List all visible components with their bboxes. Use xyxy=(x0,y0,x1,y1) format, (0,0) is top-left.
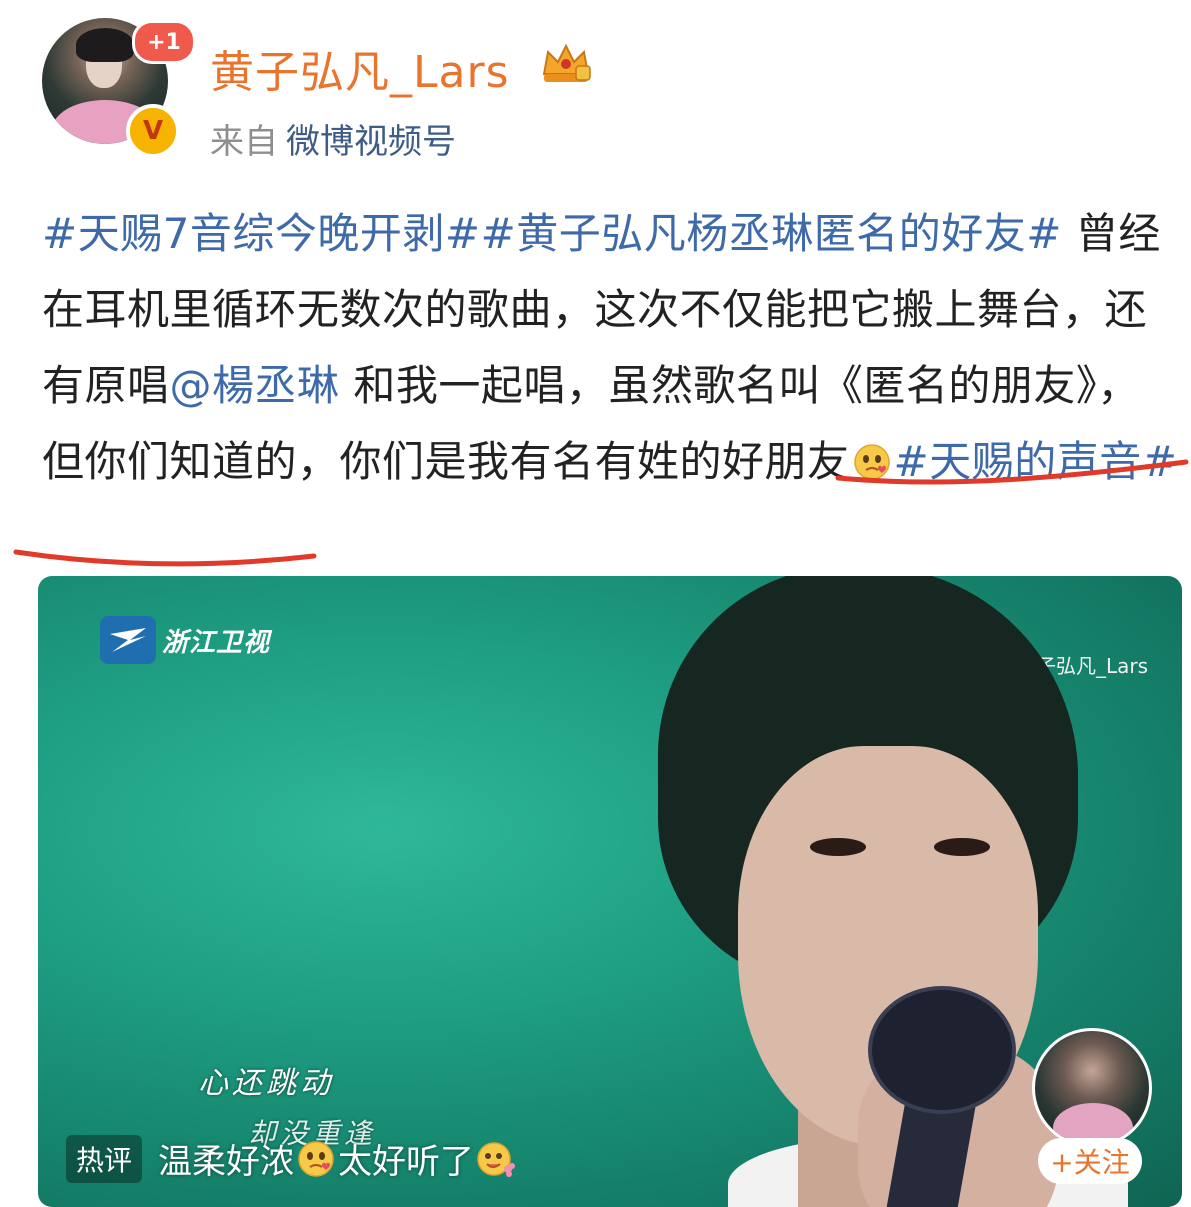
source-prefix: 来自 xyxy=(210,122,278,162)
heart-eyes-emoji-icon xyxy=(853,444,890,480)
hot-comment-part: 温柔好浓 xyxy=(158,1142,295,1182)
hot-comment-label: 热评 xyxy=(66,1134,143,1183)
video-player[interactable]: 浙江卫视 @黄子弘凡_Lars 心还跳动 却没重逢 热评 温柔好浓 太好听了 +… xyxy=(38,576,1182,1207)
follow-button[interactable]: +关注 xyxy=(1038,1138,1142,1184)
crown-badge-icon xyxy=(542,43,591,82)
hashtag-link[interactable]: #天赐7音综今晚开剥# xyxy=(42,209,481,258)
hot-comment[interactable]: 热评 温柔好浓 太好听了 xyxy=(66,1134,518,1183)
singer-eye xyxy=(934,838,990,856)
creator-avatar[interactable] xyxy=(1032,1028,1152,1148)
hot-comment-part: 太好听了 xyxy=(338,1142,475,1182)
channel-logo: 浙江卫视 xyxy=(100,616,270,664)
post-text: #天赐7音综今晚开剥##黄子弘凡杨丞琳匿名的好友# 曾经在耳机里循环无数次的歌曲… xyxy=(42,196,1182,500)
avatar-hair xyxy=(76,28,134,62)
notification-badge: +1 xyxy=(132,20,196,64)
singer-eye xyxy=(810,838,866,856)
underlined-highlight-text: 你们是我有名有姓的好朋友 xyxy=(339,437,850,486)
post-source: 来自 微博视频号 xyxy=(210,114,456,163)
flower-emoji-icon xyxy=(477,1141,516,1177)
channel-logo-text: 浙江卫视 xyxy=(162,627,271,658)
heart-eyes-emoji-icon xyxy=(298,1140,334,1177)
mention-link[interactable]: @楊丞琳 xyxy=(170,361,340,410)
source-link[interactable]: 微博视频号 xyxy=(286,122,456,162)
verified-icon: V xyxy=(126,104,180,158)
hot-comment-text: 温柔好浓 太好听了 xyxy=(158,1134,518,1183)
hashtag-link[interactable]: #天赐的声音# xyxy=(894,437,1178,486)
username[interactable]: 黄子弘凡_Lars xyxy=(210,36,510,100)
hashtag-link[interactable]: #黄子弘凡杨丞琳匿名的好友# xyxy=(481,209,1062,258)
microphone xyxy=(868,986,1016,1114)
lyric-line: 心还跳动 xyxy=(198,1066,334,1101)
zhejiang-tv-logo-icon xyxy=(100,616,156,664)
post-header: +1 V 黄子弘凡_Lars 来自 微博视频号 xyxy=(0,0,1191,180)
